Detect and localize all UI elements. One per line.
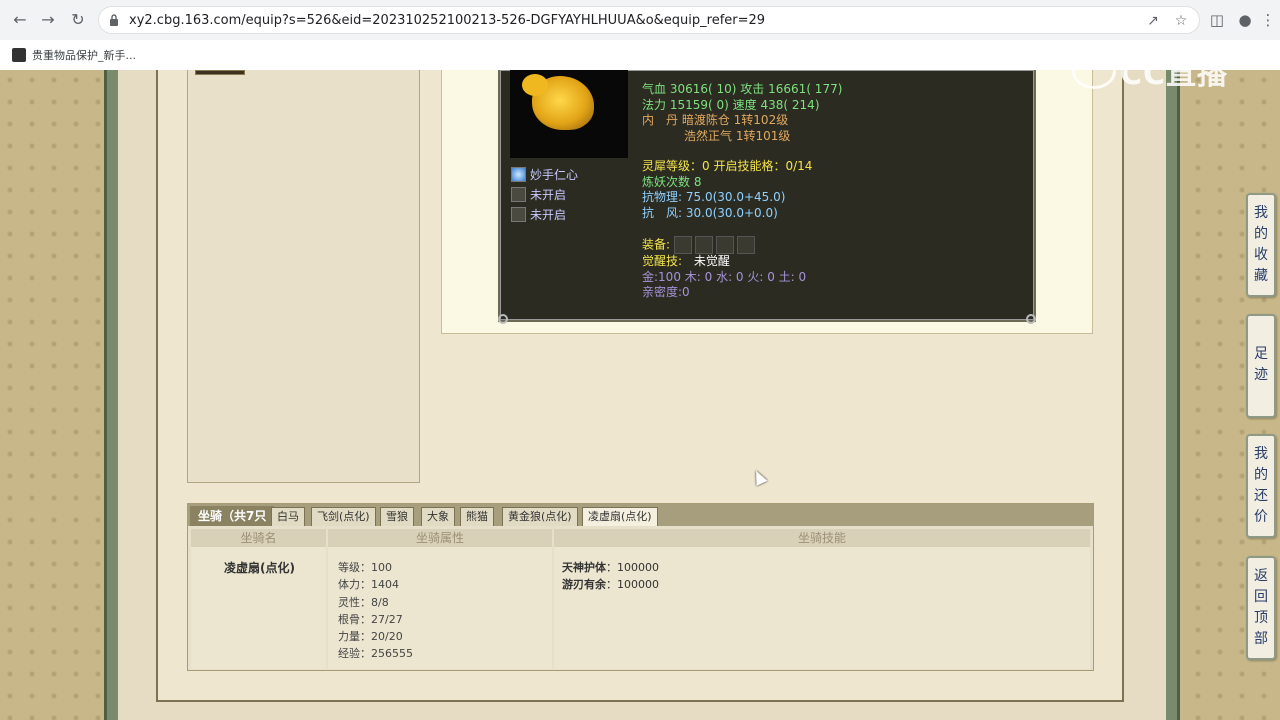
frame-right-border bbox=[1166, 70, 1180, 720]
back-to-top-button[interactable]: 返 回 顶 部 bbox=[1246, 556, 1276, 660]
cc-logo-icon bbox=[1072, 53, 1116, 89]
speed-label: 速度 bbox=[732, 97, 757, 112]
elements-row: 金:100 木: 0 水: 0 火: 0 土: 0 bbox=[642, 269, 807, 284]
awaken-label: 觉醒技: bbox=[642, 254, 683, 268]
back-arrow-icon[interactable]: ← bbox=[10, 10, 30, 30]
left-panel bbox=[187, 70, 420, 483]
tab-mount[interactable]: 白马 bbox=[271, 507, 305, 526]
equip-slot-icon[interactable] bbox=[694, 236, 713, 254]
mount-attributes: 等级：100 体力：1404 灵性：8/8 根骨：27/27 力量：20/20 … bbox=[338, 559, 413, 663]
skill-label: 妙手仁心 bbox=[530, 167, 579, 182]
profile-avatar-icon[interactable]: ● bbox=[1235, 10, 1255, 30]
my-offers-button[interactable]: 我 的 还 价 bbox=[1246, 434, 1276, 538]
hp-attack-row: 气血 30616( 10) 攻击 16661( 177) bbox=[642, 82, 1022, 98]
mount-attr-cell: 等级：100 体力：1404 灵性：8/8 根骨：27/27 力量：20/20 … bbox=[328, 547, 552, 669]
mount-attr: 灵性：8/8 bbox=[338, 595, 389, 609]
tab-mount[interactable]: 黄金狼(点化) bbox=[502, 507, 578, 526]
lock-icon bbox=[110, 14, 118, 26]
mount-name: 凌虚扇(点化) bbox=[224, 561, 295, 575]
attack-label: 攻击 bbox=[740, 82, 765, 96]
menu-dots-icon[interactable]: ⋮ bbox=[1258, 10, 1278, 30]
equip-slots bbox=[673, 236, 755, 254]
mount-tab-bar: 坐骑（共7只 白马 飞剑(点化) 雪狼 大象 熊猫 黄金狼(点化) 凌虚扇(点化… bbox=[188, 504, 1093, 526]
column-header: 坐骑名 bbox=[191, 529, 326, 547]
bookmark-favicon-icon bbox=[12, 48, 26, 62]
equip-label: 装备: bbox=[642, 237, 671, 252]
address-bar[interactable]: xy2.cbg.163.com/equip?s=526&eid=20231025… bbox=[98, 6, 1200, 34]
watermark: CC直播 bbox=[1072, 50, 1242, 92]
equip-row: 装备: bbox=[642, 236, 1022, 254]
hp-value: 30616( 10) bbox=[669, 82, 737, 96]
equip-slot-icon[interactable] bbox=[673, 236, 692, 254]
lingxi-row: 灵犀等级：0 开启技能格：0/14 bbox=[642, 159, 813, 173]
skill-orb-icon bbox=[511, 166, 526, 182]
clipped-row bbox=[642, 70, 1022, 82]
tab-mount[interactable]: 飞剑(点化) bbox=[311, 507, 376, 526]
speed-value: 438( 214) bbox=[760, 97, 820, 112]
browser-toolbar: ← → ↻ xy2.cbg.163.com/equip?s=526&eid=20… bbox=[0, 0, 1280, 40]
awaken-value: 未觉醒 bbox=[693, 254, 730, 268]
equip-slot-icon[interactable] bbox=[736, 236, 755, 254]
neidan-row: 内 丹 暗渡陈仓 1转102级 bbox=[642, 113, 1022, 129]
pet-skill[interactable]: 未开启 bbox=[511, 184, 578, 204]
tab-mount[interactable]: 熊猫 bbox=[460, 507, 494, 526]
mount-skill: 游刃有余：100000 bbox=[562, 578, 659, 591]
resist-wind-row: 抗 风: 30.0(30.0+0.0) bbox=[642, 205, 778, 220]
watermark-text: CC直播 bbox=[1120, 57, 1229, 92]
mount-attr: 等级：100 bbox=[338, 561, 392, 574]
mount-skills: 天神护体：100000 游刃有余：100000 bbox=[562, 559, 659, 593]
beast-head-icon bbox=[522, 74, 548, 96]
reload-icon[interactable]: ↻ bbox=[68, 10, 88, 30]
resist-physical-row: 抗物理: 75.0(30.0+45.0) bbox=[642, 190, 786, 204]
pet-attributes: 气血 30616( 10) 攻击 16661( 177) 法力 15159( 0… bbox=[642, 70, 1022, 301]
mount-attr: 根骨：27/27 bbox=[338, 612, 403, 626]
mp-value: 15159( 0) bbox=[669, 97, 729, 112]
url-text[interactable]: xy2.cbg.163.com/equip?s=526&eid=20231025… bbox=[129, 7, 765, 35]
corner-ornament-icon bbox=[498, 314, 508, 324]
my-favorites-button[interactable]: 我 的 收 藏 bbox=[1246, 193, 1276, 297]
history-button[interactable]: 足 迹 bbox=[1246, 314, 1276, 418]
locked-skill-icon bbox=[511, 186, 526, 202]
left-thumbnail[interactable] bbox=[195, 70, 245, 75]
mount-section: 坐骑（共7只 白马 飞剑(点化) 雪狼 大象 熊猫 黄金狼(点化) 凌虚扇(点化… bbox=[187, 503, 1094, 671]
intimacy-row: 亲密度:0 bbox=[642, 285, 690, 299]
lianyao-row: 炼妖次数 8 bbox=[642, 174, 702, 189]
column-header: 坐骑技能 bbox=[554, 529, 1090, 547]
pet-skill[interactable]: 未开启 bbox=[511, 204, 578, 224]
mount-name-cell: 凌虚扇(点化) bbox=[191, 547, 326, 669]
mount-skill-cell: 天神护体：100000 游刃有余：100000 bbox=[554, 547, 1090, 669]
bookmark-label: 贵重物品保护_新手... bbox=[32, 49, 136, 62]
corner-ornament-icon bbox=[1026, 314, 1036, 324]
pet-skill-list: 妙手仁心 未开启 未开启 bbox=[511, 164, 578, 224]
mp-speed-row: 法力 15159( 0) 速度 438( 214) bbox=[642, 98, 1022, 114]
skill-label: 未开启 bbox=[530, 207, 567, 222]
mount-attr: 体力：1404 bbox=[338, 578, 399, 592]
frame-left-border bbox=[104, 70, 118, 720]
neidan-row-2: 浩然正气 1转101级 bbox=[684, 128, 791, 143]
attack-value: 16661( 177) bbox=[768, 82, 843, 96]
skill-label: 未开启 bbox=[530, 187, 567, 202]
side-panel-icon[interactable]: ◫ bbox=[1207, 10, 1227, 30]
neidan-value: 暗渡陈仓 1转102级 bbox=[681, 113, 789, 127]
locked-skill-icon bbox=[511, 206, 526, 222]
equip-slot-icon[interactable] bbox=[715, 236, 734, 254]
bookmark-star-icon[interactable]: ☆ bbox=[1173, 13, 1189, 29]
forward-arrow-icon[interactable]: → bbox=[38, 10, 58, 30]
mount-title: 坐骑（共7只 bbox=[190, 506, 275, 526]
mount-skill: 天神护体：100000 bbox=[562, 561, 659, 574]
neidan-label: 内 丹 bbox=[642, 113, 679, 127]
pet-image bbox=[510, 70, 628, 158]
column-header: 坐骑属性 bbox=[328, 529, 552, 547]
mp-label: 法力 bbox=[642, 97, 667, 112]
hp-label: 气血 bbox=[642, 82, 667, 96]
mount-attr: 力量：20/20 bbox=[338, 630, 403, 644]
share-icon[interactable]: ↗ bbox=[1145, 13, 1161, 29]
pet-skill[interactable]: 妙手仁心 bbox=[511, 164, 578, 184]
awaken-row: 觉醒技: 未觉醒 bbox=[642, 254, 1022, 270]
tab-mount[interactable]: 雪狼 bbox=[380, 507, 414, 526]
bookmark-item[interactable]: 贵重物品保护_新手... bbox=[12, 46, 136, 64]
tab-mount-active[interactable]: 凌虚扇(点化) bbox=[582, 507, 658, 526]
mount-attr: 经验：256555 bbox=[338, 647, 413, 661]
tab-mount[interactable]: 大象 bbox=[421, 507, 455, 526]
